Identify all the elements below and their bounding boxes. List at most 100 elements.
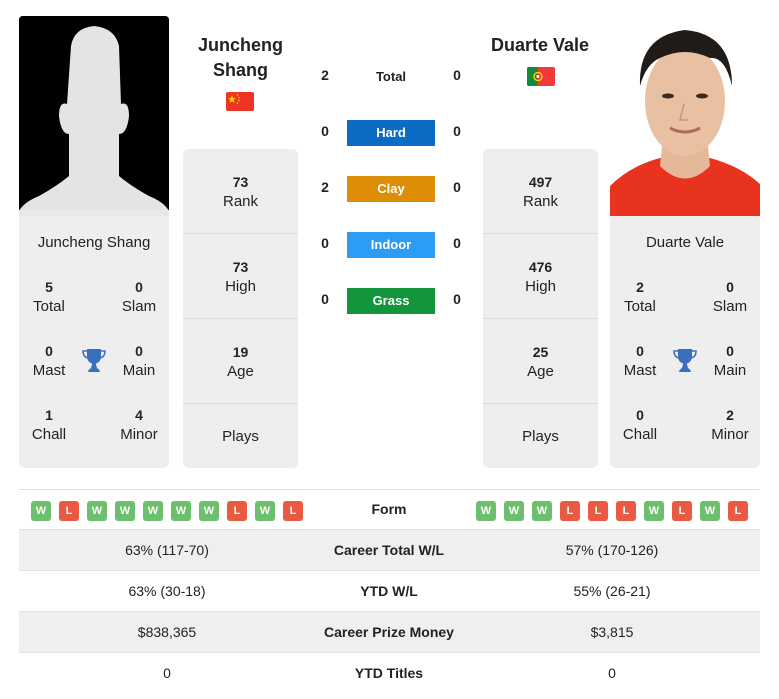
stat-right-value: 57% (170-126) <box>565 542 659 558</box>
player-right-card-name: Duarte Vale <box>645 234 725 251</box>
stat-right-value: 0 <box>608 665 616 681</box>
titles-minor-label: Minor <box>711 426 749 443</box>
titles-mast: 0 Mast <box>19 341 79 381</box>
form-badge-win[interactable]: W <box>644 501 664 521</box>
h2h-indoor-left: 0 <box>321 235 329 251</box>
player-headshot-icon <box>610 16 760 216</box>
titles-slam-value: 0 <box>726 279 734 295</box>
h2h-clay-left: 2 <box>321 179 329 195</box>
info-high-value: 476 <box>528 259 553 275</box>
form-badge-loss[interactable]: L <box>616 501 636 521</box>
stat-label: YTD W/L <box>360 583 418 599</box>
form-badge-loss[interactable]: L <box>672 501 692 521</box>
form-badge-win[interactable]: W <box>115 501 135 521</box>
titles-total-value: 5 <box>45 279 53 295</box>
player-left-first-name: Juncheng <box>197 35 283 55</box>
trophy-icon <box>672 347 698 373</box>
titles-main-value: 0 <box>135 343 143 359</box>
form-row: WLWWWWWLWL Form WWWLLLWLWL <box>19 489 760 530</box>
h2h-total-left: 2 <box>321 67 329 83</box>
stat-left-value: 63% (117-70) <box>125 542 209 558</box>
info-plays-label: Plays <box>522 428 559 445</box>
info-plays-label: Plays <box>222 428 259 445</box>
titles-mast-label: Mast <box>623 362 657 379</box>
form-badge-loss[interactable]: L <box>227 501 247 521</box>
info-high-label: High <box>525 278 556 295</box>
china-flag-icon <box>226 92 254 111</box>
form-badge-win[interactable]: W <box>255 501 275 521</box>
titles-total-label: Total <box>33 298 65 315</box>
form-badge-win[interactable]: W <box>532 501 552 521</box>
surface-hard-button[interactable]: Hard <box>347 120 435 146</box>
info-rank-value: 73 <box>232 174 249 190</box>
titles-total-label: Total <box>624 298 656 315</box>
info-age-label: Age <box>227 363 254 380</box>
h2h-total-label: Total <box>375 69 407 84</box>
form-badge-loss[interactable]: L <box>560 501 580 521</box>
form-badge-win[interactable]: W <box>31 501 51 521</box>
titles-minor-value: 4 <box>135 407 143 423</box>
info-high-value: 73 <box>232 259 249 275</box>
form-badge-loss[interactable]: L <box>283 501 303 521</box>
portugal-flag-icon <box>527 67 555 86</box>
h2h-indoor-right: 0 <box>453 235 461 251</box>
surface-clay-button[interactable]: Clay <box>347 176 435 202</box>
info-plays: Plays <box>183 403 298 488</box>
form-badge-win[interactable]: W <box>87 501 107 521</box>
h2h-grass-left: 0 <box>321 291 329 307</box>
info-age-value: 25 <box>532 344 549 360</box>
player-left-name[interactable]: Juncheng Shang <box>183 33 298 83</box>
player-left-photo <box>19 16 169 216</box>
surface-indoor-button[interactable]: Indoor <box>347 232 435 258</box>
player-right-photo <box>610 16 760 216</box>
player-right-info-card: 497 Rank 476 High 25 Age Plays <box>483 149 598 468</box>
stat-right-value: $3,815 <box>590 624 634 640</box>
info-age: 19 Age <box>183 318 298 403</box>
titles-slam-label: Slam <box>121 298 157 315</box>
info-age: 25 Age <box>483 318 598 403</box>
form-badge-win[interactable]: W <box>171 501 191 521</box>
info-rank-value: 497 <box>528 174 553 190</box>
titles-minor: 4 Minor <box>109 405 169 445</box>
info-high-label: High <box>225 278 256 295</box>
player-left-info-card: 73 Rank 73 High 19 Age Plays <box>183 149 298 468</box>
titles-chall-label: Chall <box>31 426 67 443</box>
titles-total: 5 Total <box>19 277 79 317</box>
titles-slam: 0 Slam <box>700 277 760 317</box>
stat-label: Career Prize Money <box>324 624 454 640</box>
player-right-titles-card: Duarte Vale 2 Total 0 Slam 0 Mast 0 Main… <box>610 216 760 468</box>
player-left-titles-card: Juncheng Shang 5 Total 0 Slam 0 Mast 0 M… <box>19 216 169 468</box>
h2h-total-right: 0 <box>453 67 461 83</box>
titles-mast: 0 Mast <box>610 341 670 381</box>
titles-total-value: 2 <box>636 279 644 295</box>
form-badge-win[interactable]: W <box>476 501 496 521</box>
stats-row-prize-money: $838,365 Career Prize Money $3,815 <box>19 612 760 653</box>
info-plays: Plays <box>483 403 598 488</box>
form-badge-win[interactable]: W <box>199 501 219 521</box>
titles-main: 0 Main <box>700 341 760 381</box>
form-badge-loss[interactable]: L <box>588 501 608 521</box>
form-badge-loss[interactable]: L <box>728 501 748 521</box>
titles-mast-value: 0 <box>636 343 644 359</box>
trophy-icon <box>81 347 107 373</box>
player-left-card-name: Juncheng Shang <box>37 234 151 251</box>
titles-main-label: Main <box>713 362 747 379</box>
stat-left-value: 0 <box>163 665 171 681</box>
stat-label: YTD Titles <box>354 665 424 681</box>
stats-row-career-wl: 63% (117-70) Career Total W/L 57% (170-1… <box>19 530 760 571</box>
info-age-label: Age <box>527 363 554 380</box>
player-right-name[interactable]: Duarte Vale <box>480 33 600 58</box>
surface-grass-button[interactable]: Grass <box>347 288 435 314</box>
form-badge-win[interactable]: W <box>504 501 524 521</box>
info-rank-label: Rank <box>222 193 259 210</box>
form-badge-win[interactable]: W <box>143 501 163 521</box>
titles-slam-value: 0 <box>135 279 143 295</box>
stats-row-ytd-wl: 63% (30-18) YTD W/L 55% (26-21) <box>19 571 760 612</box>
stat-left-value: $838,365 <box>137 624 197 640</box>
info-rank: 73 Rank <box>183 149 298 234</box>
form-badge-loss[interactable]: L <box>59 501 79 521</box>
form-badge-win[interactable]: W <box>700 501 720 521</box>
titles-minor-label: Minor <box>120 426 158 443</box>
info-rank-label: Rank <box>522 193 559 210</box>
h2h-hard-right: 0 <box>453 123 461 139</box>
